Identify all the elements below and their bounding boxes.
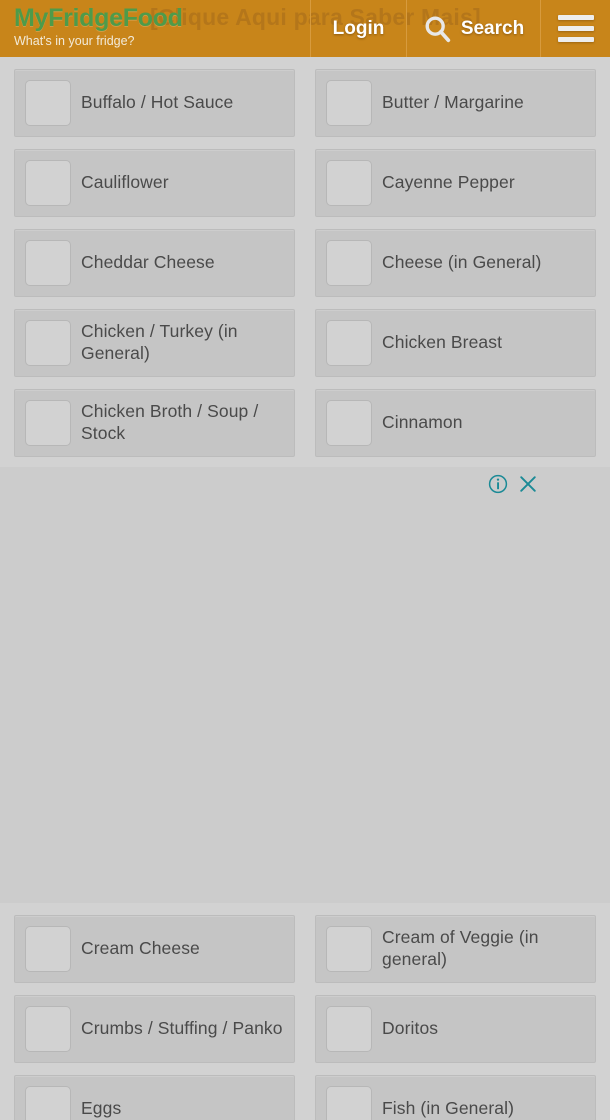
ingredient-label: Cauliflower bbox=[81, 172, 169, 193]
ingredient-item[interactable]: Cayenne Pepper bbox=[315, 149, 596, 217]
login-button[interactable]: Login bbox=[310, 0, 406, 57]
ingredient-checkbox[interactable] bbox=[326, 926, 372, 972]
ingredient-item[interactable]: Cream of Veggie (in general) bbox=[315, 915, 596, 983]
advertisement-slot bbox=[0, 467, 610, 903]
search-button[interactable]: Search bbox=[406, 0, 540, 57]
ingredient-label: Cream Cheese bbox=[81, 938, 200, 959]
ingredient-label: Chicken Broth / Soup / Stock bbox=[81, 401, 259, 443]
menu-button[interactable] bbox=[540, 0, 610, 57]
ingredient-item[interactable]: Crumbs / Stuffing / Panko bbox=[14, 995, 295, 1063]
site-header: [Clique Aqui para Saber Mais] MyFridgeFo… bbox=[0, 0, 610, 57]
ad-controls bbox=[0, 467, 610, 501]
ingredient-checkbox[interactable] bbox=[326, 400, 372, 446]
ingredient-label: Cream of Veggie (in general) bbox=[382, 927, 539, 969]
ingredient-row: Chicken / Turkey (in General) Chicken Br… bbox=[14, 309, 596, 377]
ingredient-checkbox[interactable] bbox=[25, 926, 71, 972]
ingredient-item[interactable]: Cheddar Cheese bbox=[14, 229, 295, 297]
ingredient-label: Crumbs / Stuffing / Panko bbox=[81, 1018, 283, 1039]
ingredient-list-top: Buffalo / Hot Sauce Butter / Margarine C… bbox=[0, 69, 610, 457]
close-x-icon[interactable] bbox=[518, 474, 538, 494]
ingredient-checkbox[interactable] bbox=[326, 240, 372, 286]
search-label: Search bbox=[460, 17, 525, 39]
ingredient-checkbox[interactable] bbox=[326, 1086, 372, 1120]
ingredient-checkbox[interactable] bbox=[25, 320, 71, 366]
hamburger-menu-icon bbox=[557, 15, 594, 42]
ingredient-checkbox[interactable] bbox=[326, 160, 372, 206]
ingredient-row: Buffalo / Hot Sauce Butter / Margarine bbox=[14, 69, 596, 137]
search-icon bbox=[425, 16, 450, 42]
ingredient-checkbox[interactable] bbox=[25, 240, 71, 286]
ingredient-label: Fish (in General) bbox=[382, 1098, 515, 1119]
ingredient-item[interactable]: Chicken / Turkey (in General) bbox=[14, 309, 295, 377]
ingredient-label: Cheddar Cheese bbox=[81, 252, 215, 273]
ingredient-item[interactable]: Cheese (in General) bbox=[315, 229, 596, 297]
ingredient-label: Cinnamon bbox=[382, 412, 463, 433]
ingredient-item[interactable]: Cauliflower bbox=[14, 149, 295, 217]
ingredient-row: Cauliflower Cayenne Pepper bbox=[14, 149, 596, 217]
ingredient-checkbox[interactable] bbox=[25, 160, 71, 206]
ingredient-item[interactable]: Chicken Breast bbox=[315, 309, 596, 377]
ingredient-item[interactable]: Buffalo / Hot Sauce bbox=[14, 69, 295, 137]
ad-content-area[interactable] bbox=[0, 501, 610, 903]
ingredient-item[interactable]: Butter / Margarine bbox=[315, 69, 596, 137]
login-label: Login bbox=[332, 17, 385, 39]
ingredient-label: Butter / Margarine bbox=[382, 92, 524, 113]
ingredient-label: Buffalo / Hot Sauce bbox=[81, 92, 234, 113]
brand-tagline: What's in your fridge? bbox=[14, 34, 135, 49]
ingredient-item[interactable]: Fish (in General) bbox=[315, 1075, 596, 1120]
ingredient-checkbox[interactable] bbox=[326, 320, 372, 366]
info-circle-icon[interactable] bbox=[488, 474, 508, 494]
ingredient-label: Chicken Breast bbox=[382, 332, 503, 353]
ingredient-list-bottom: Cream Cheese Cream of Veggie (in general… bbox=[0, 915, 610, 1120]
ingredient-row: Chicken Broth / Soup / Stock Cinnamon bbox=[14, 389, 596, 457]
ingredient-label: Cayenne Pepper bbox=[382, 172, 515, 193]
ingredient-row: Crumbs / Stuffing / Panko Doritos bbox=[14, 995, 596, 1063]
ingredient-item[interactable]: Cinnamon bbox=[315, 389, 596, 457]
ingredient-checkbox[interactable] bbox=[25, 400, 71, 446]
ingredient-label: Chicken / Turkey (in General) bbox=[81, 321, 238, 363]
ingredient-item[interactable]: Doritos bbox=[315, 995, 596, 1063]
brand-name: MyFridgeFood bbox=[14, 4, 183, 32]
ingredient-row: Cream Cheese Cream of Veggie (in general… bbox=[14, 915, 596, 983]
ingredient-row: Cheddar Cheese Cheese (in General) bbox=[14, 229, 596, 297]
ingredient-checkbox[interactable] bbox=[25, 80, 71, 126]
ingredient-checkbox[interactable] bbox=[326, 80, 372, 126]
brand-logo[interactable]: MyFridgeFood What's in your fridge? bbox=[0, 0, 300, 57]
ingredient-label: Doritos bbox=[382, 1018, 439, 1039]
ingredient-item[interactable]: Chicken Broth / Soup / Stock bbox=[14, 389, 295, 457]
ingredient-item[interactable]: Eggs bbox=[14, 1075, 295, 1120]
ingredient-checkbox[interactable] bbox=[25, 1086, 71, 1120]
ingredient-checkbox[interactable] bbox=[326, 1006, 372, 1052]
header-actions: Login Search bbox=[310, 0, 610, 57]
ingredient-label: Eggs bbox=[81, 1098, 122, 1119]
ingredient-label: Cheese (in General) bbox=[382, 252, 542, 273]
ingredient-checkbox[interactable] bbox=[25, 1006, 71, 1052]
ingredient-row: Eggs Fish (in General) bbox=[14, 1075, 596, 1120]
ingredient-item[interactable]: Cream Cheese bbox=[14, 915, 295, 983]
